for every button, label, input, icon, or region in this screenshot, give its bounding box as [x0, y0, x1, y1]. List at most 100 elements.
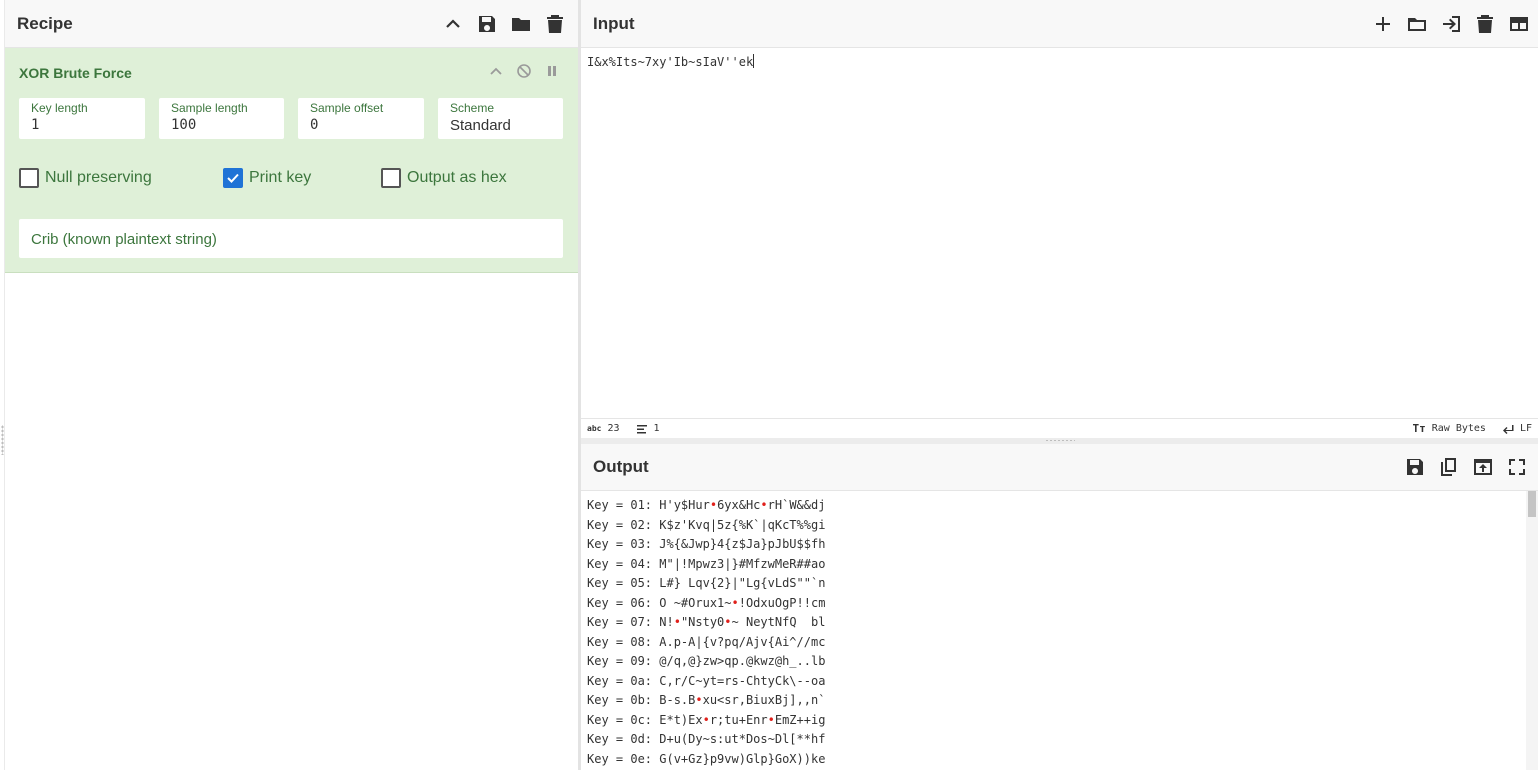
- sample-offset-value[interactable]: 0: [310, 117, 412, 133]
- output-line: Key = 09: @/q,@}zw>qp.@kwz@h_..lb: [587, 652, 1520, 672]
- control-char-marker: •: [767, 712, 775, 727]
- control-char-marker: •: [709, 498, 718, 512]
- null-preserving-label: Null preserving: [45, 169, 152, 186]
- output-line-text: Key = 0c: E*t)Ex: [587, 712, 703, 727]
- output-line-text: Key = 08: A.p-A|{v?pq/Ajv{Ai^//mc: [587, 634, 826, 649]
- output-line-text: Key = 02: K$z'Kvq|5z{%K`|qKcT%%gi: [587, 517, 826, 532]
- scrollbar-thumb[interactable]: [1528, 491, 1536, 517]
- disable-operation-icon[interactable]: [516, 63, 532, 79]
- output-line-text: 6yx&Hc: [717, 498, 761, 512]
- input-text: I&x%Its~7xy'Ib~sIaV''ek: [587, 55, 754, 69]
- output-line: Key = 07: N!•"Nsty0•~ NeytNfQ bl: [587, 613, 1520, 633]
- output-line: Key = 08: A.p-A|{v?pq/Ajv{Ai^//mc: [587, 633, 1520, 653]
- collapse-operation-icon[interactable]: [488, 63, 504, 79]
- scheme-value[interactable]: Standard: [450, 117, 551, 134]
- output-line: Key = 0e: G(v+Gz}p9vw)Glp}GoX))ke: [587, 750, 1520, 770]
- plus-icon[interactable]: [1372, 13, 1394, 35]
- output-line: Key = 0d: D+u(Dy~s:ut*Dos~Dl[**hf: [587, 730, 1520, 750]
- length-value: 23: [607, 423, 620, 434]
- output-header: Output: [581, 444, 1538, 491]
- output-line-text: rH`W&&dj: [767, 498, 826, 512]
- copy-icon[interactable]: [1438, 456, 1460, 478]
- resize-grip[interactable]: [1, 425, 4, 455]
- scheme-select[interactable]: Scheme Standard: [438, 98, 563, 139]
- layout-icon[interactable]: [1508, 13, 1530, 35]
- output-text[interactable]: Key = 01: H'y$Hur•6yx&Hc•rH`W&&dj Key = 0…: [581, 491, 1526, 770]
- output-line: Key = 03: J%{&Jwp}4{z$Ja}pJbU$$fh: [587, 535, 1520, 555]
- output-line: Key = 0b: B-s.B•xu<sr,BiuxBj],,n`: [587, 691, 1520, 711]
- fullscreen-icon[interactable]: [1506, 456, 1528, 478]
- output-line-text: !OdxuOgP!!cm: [738, 595, 826, 610]
- output-title: Output: [593, 457, 649, 476]
- output-line: Key = 0a: C,r/C~yt=rs-ChtyCk\--oa: [587, 672, 1520, 692]
- output-line-text: Key = 05: L#} Lqv{2}|"Lg{vLdS""`n: [587, 576, 826, 590]
- control-char-marker: •: [673, 615, 681, 629]
- replace-input-icon[interactable]: [1472, 456, 1494, 478]
- output-line: Key = 04: M"|!Mpwz3|}#MfzwMeR##ao: [587, 555, 1520, 575]
- checkbox-unchecked[interactable]: [19, 168, 39, 188]
- output-line-text: xu<sr,BiuxBj],,n`: [702, 693, 826, 707]
- checkbox-unchecked[interactable]: [381, 168, 401, 188]
- output-as-hex-checkbox[interactable]: Output as hex: [381, 168, 507, 188]
- input-statusbar: abc 23 1 Tт Raw Bytes LF: [581, 418, 1538, 438]
- output-line-text: r;tu+Enr: [709, 712, 768, 727]
- output-scrollbar[interactable]: [1526, 491, 1538, 770]
- output-as-hex-label: Output as hex: [407, 169, 507, 186]
- recipe-header: Recipe: [5, 0, 578, 48]
- output-line-text: Key = 07: N!: [587, 615, 674, 629]
- key-length-value[interactable]: 1: [31, 117, 133, 133]
- lines-indicator: 1: [636, 423, 660, 435]
- splitter-grip[interactable]: [1045, 439, 1075, 442]
- output-line: Key = 01: H'y$Hur•6yx&Hc•rH`W&&dj: [587, 496, 1520, 516]
- print-key-checkbox[interactable]: Print key: [223, 168, 311, 188]
- chevron-up-icon[interactable]: [442, 13, 464, 35]
- encoding-selector[interactable]: Tт Raw Bytes: [1413, 422, 1486, 435]
- save-icon[interactable]: [476, 13, 498, 35]
- checkbox-checked[interactable]: [223, 168, 243, 188]
- output-line: Key = 05: L#} Lqv{2}|"Lg{vLdS""`n: [587, 574, 1520, 594]
- input-textarea[interactable]: I&x%Its~7xy'Ib~sIaV''ek: [581, 48, 1538, 418]
- output-line-text: EmZ++ig: [774, 712, 826, 727]
- sample-offset-label: Sample offset: [310, 101, 384, 115]
- output-line-text: Key = 0e: G(v+Gz}p9vw)Glp}GoX))ke: [587, 751, 826, 766]
- input-panel: Input I&x%Its~7xy'Ib~sIaV''ek abc 23 1 T…: [581, 0, 1538, 440]
- sample-offset-field[interactable]: Sample offset 0: [298, 98, 424, 139]
- control-char-marker: •: [724, 615, 732, 629]
- return-icon: [1502, 424, 1514, 434]
- recipe-panel: Recipe XOR Brute Force Key length 1 Samp…: [5, 0, 578, 770]
- output-line: Key = 02: K$z'Kvq|5z{%K`|qKcT%%gi: [587, 516, 1520, 536]
- control-char-marker: •: [702, 712, 710, 727]
- output-line-text: Key = 09: @/q,@}zw>qp.@kwz@h_..lb: [587, 654, 826, 668]
- folder-icon[interactable]: [510, 13, 532, 35]
- eol-selector[interactable]: LF: [1502, 423, 1532, 435]
- save-icon[interactable]: [1404, 456, 1426, 478]
- output-line-text: Key = 06: O ~#Orux1~: [587, 595, 732, 610]
- key-length-field[interactable]: Key length 1: [19, 98, 145, 139]
- sample-length-value[interactable]: 100: [171, 117, 272, 133]
- lines-value: 1: [653, 423, 660, 434]
- length-indicator: abc 23: [587, 423, 620, 434]
- output-line-text: Key = 0b: B-s.B: [587, 693, 696, 707]
- sample-length-label: Sample length: [171, 101, 248, 115]
- sample-length-field[interactable]: Sample length 100: [159, 98, 284, 139]
- operation-title: XOR Brute Force: [19, 65, 132, 81]
- crib-input[interactable]: Crib (known plaintext string): [19, 219, 563, 258]
- xor-brute-force-operation: XOR Brute Force Key length 1 Sample leng…: [5, 48, 578, 273]
- control-char-marker: •: [731, 595, 739, 610]
- trash-icon[interactable]: [544, 13, 566, 35]
- input-title: Input: [593, 13, 635, 33]
- null-preserving-checkbox[interactable]: Null preserving: [19, 168, 152, 188]
- output-line-text: Key = 0d: D+u(Dy~s:ut*Dos~Dl[**hf: [587, 732, 826, 746]
- scheme-label: Scheme: [450, 101, 495, 115]
- output-line-text: ~ NeytNfQ bl: [731, 615, 826, 629]
- input-header: Input: [581, 0, 1538, 48]
- output-line-text: Key = 0a: C,r/C~yt=rs-ChtyCk\--oa: [587, 673, 826, 688]
- abc-icon: abc: [587, 424, 602, 433]
- open-folder-icon[interactable]: [1406, 13, 1428, 35]
- eol-value: LF: [1519, 423, 1532, 434]
- pause-operation-icon[interactable]: [544, 63, 560, 79]
- output-line: Key = 06: O ~#Orux1~•!OdxuOgP!!cm: [587, 594, 1520, 614]
- trash-icon[interactable]: [1474, 13, 1496, 35]
- import-icon[interactable]: [1440, 13, 1462, 35]
- lines-icon: [636, 424, 647, 433]
